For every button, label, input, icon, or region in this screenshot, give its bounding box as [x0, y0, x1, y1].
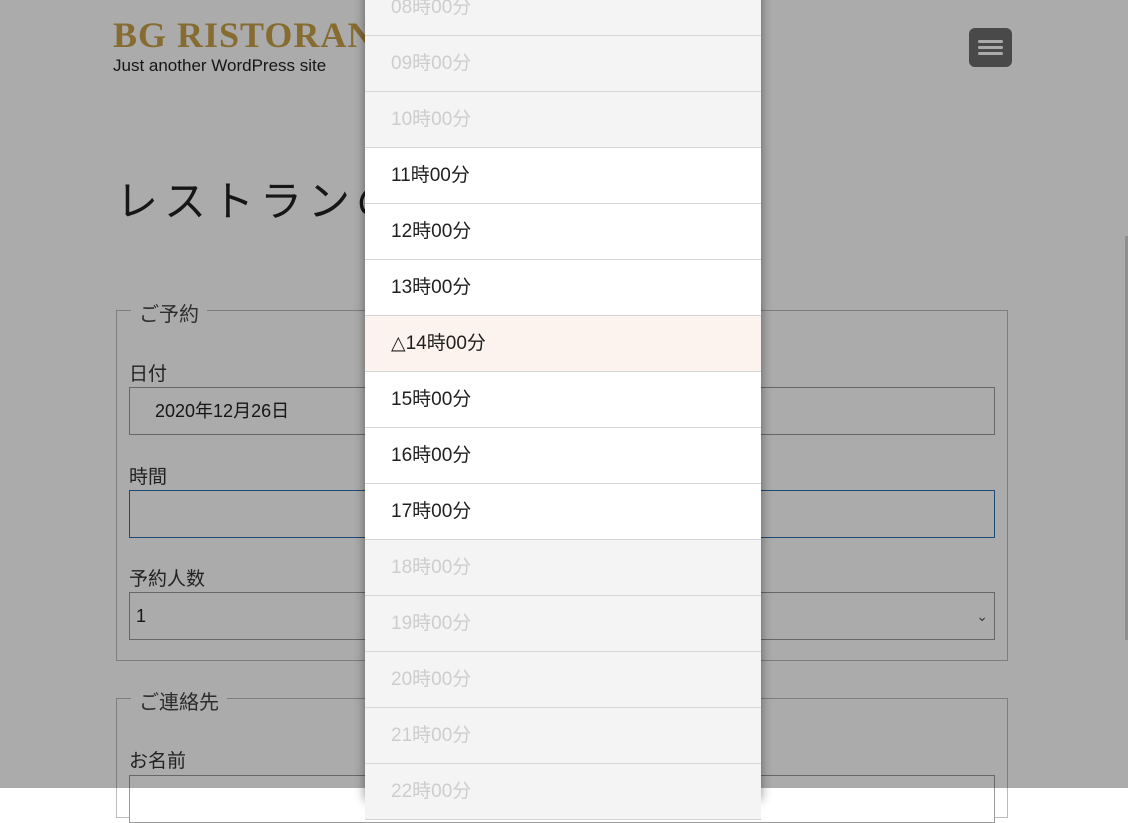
- time-option[interactable]: 17時00分: [365, 484, 761, 540]
- time-option: 22時00分: [365, 764, 761, 820]
- time-option[interactable]: △14時00分: [365, 316, 761, 372]
- time-option: 18時00分: [365, 540, 761, 596]
- time-option[interactable]: 11時00分: [365, 148, 761, 204]
- time-option: 20時00分: [365, 652, 761, 708]
- time-option: 21時00分: [365, 708, 761, 764]
- time-option[interactable]: 16時00分: [365, 428, 761, 484]
- time-option[interactable]: 13時00分: [365, 260, 761, 316]
- time-option: 10時00分: [365, 92, 761, 148]
- time-option: 09時00分: [365, 36, 761, 92]
- time-option[interactable]: 15時00分: [365, 372, 761, 428]
- time-option[interactable]: 12時00分: [365, 204, 761, 260]
- time-options-dropdown[interactable]: 08時00分 09時00分 10時00分 11時00分 12時00分 13時00分 △14時…: [365, 0, 761, 820]
- time-option: 19時00分: [365, 596, 761, 652]
- time-option: 08時00分: [365, 0, 761, 36]
